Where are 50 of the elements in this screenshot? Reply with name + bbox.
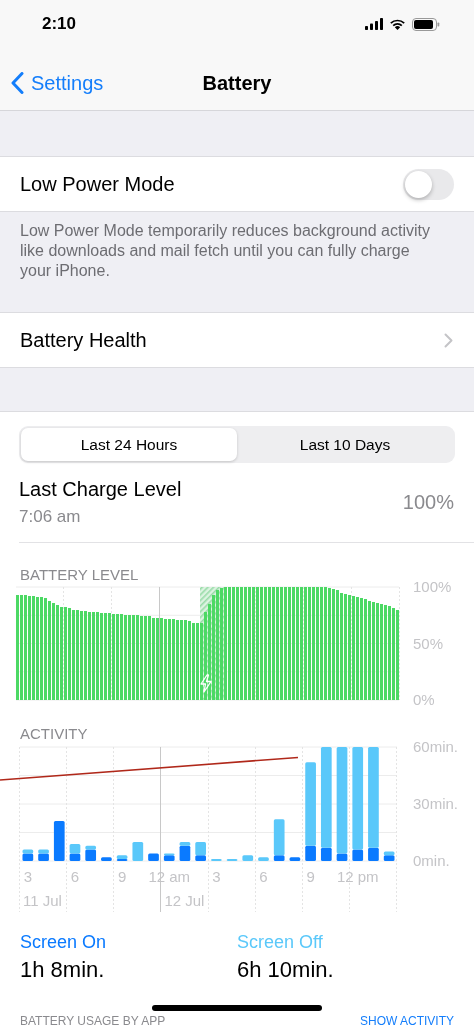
axis-tick-label: 12 pm: [336, 868, 379, 885]
settings-row[interactable]: Battery Health: [0, 312, 474, 368]
chevron-right-icon: [444, 332, 453, 348]
screen-title: Battery: [202, 72, 272, 95]
activity-bar: [289, 857, 301, 861]
toggle-switch[interactable]: [403, 168, 454, 200]
axis-tick-label: 9: [117, 868, 127, 885]
axis-tick-label: 9: [306, 868, 315, 885]
date-label: 11 Jul: [23, 892, 62, 909]
activity-bar: [258, 857, 269, 861]
axis-tick-label: 6: [70, 868, 80, 885]
axis-tick-label: 0%: [413, 691, 435, 708]
segment-tab[interactable]: Last 10 Days: [237, 428, 453, 461]
signal-icon: [365, 18, 383, 30]
axis-tick-label: 30min.: [413, 795, 459, 812]
row-label: Battery Health: [20, 328, 147, 352]
footnote-text: Low Power Mode temporarily reduces background activity like downloads and mail fetch until you can fully charge your iPhone.: [19, 221, 431, 281]
axis-tick-label: 6: [259, 868, 268, 885]
chart-title: ACTIVITY: [20, 725, 89, 742]
axis-tick-label: 60min.: [413, 738, 459, 755]
axis-tick-label: 0min.: [413, 852, 450, 869]
activity-bar: [242, 855, 254, 861]
axis-tick-label: 50%: [413, 634, 444, 652]
battery-icon: [412, 17, 440, 31]
activity-bar: [148, 853, 159, 861]
activity-bar: [53, 821, 65, 861]
last-charge-time: 7:06 am: [19, 507, 82, 527]
show-activity-link[interactable]: SHOW ACTIVITY: [360, 1016, 454, 1026]
chart-title: BATTERY LEVEL: [20, 566, 140, 583]
axis-tick-label: 3: [23, 868, 33, 885]
row-label: Low Power Mode: [20, 172, 175, 196]
activity-bar: [101, 857, 112, 861]
duration-value: 1h 8min.: [20, 957, 106, 983]
back-chevron-icon: [11, 72, 24, 94]
wifi-icon: [389, 18, 406, 30]
legend-label: Screen On: [20, 932, 108, 953]
back-button[interactable]: Settings: [0, 71, 104, 95]
section-header: BATTERY USAGE BY APP: [20, 1016, 166, 1026]
duration-value: 6h 10min.: [237, 957, 335, 983]
activity-bar: [132, 842, 144, 861]
last-charge-value: 100%: [402, 491, 454, 514]
last-charge-label: Last Charge Level: [19, 478, 182, 501]
axis-tick-label: 3: [212, 868, 221, 885]
activity-bar: [69, 843, 81, 854]
axis-tick-label: 100%: [413, 578, 452, 595]
segment-tab[interactable]: Last 24 Hours: [21, 428, 237, 461]
legend-label: Screen Off: [237, 932, 324, 953]
charging-bolt-icon: [200, 674, 212, 693]
status-time: 2:10: [42, 14, 77, 34]
date-label: 12 Jul: [164, 892, 205, 909]
